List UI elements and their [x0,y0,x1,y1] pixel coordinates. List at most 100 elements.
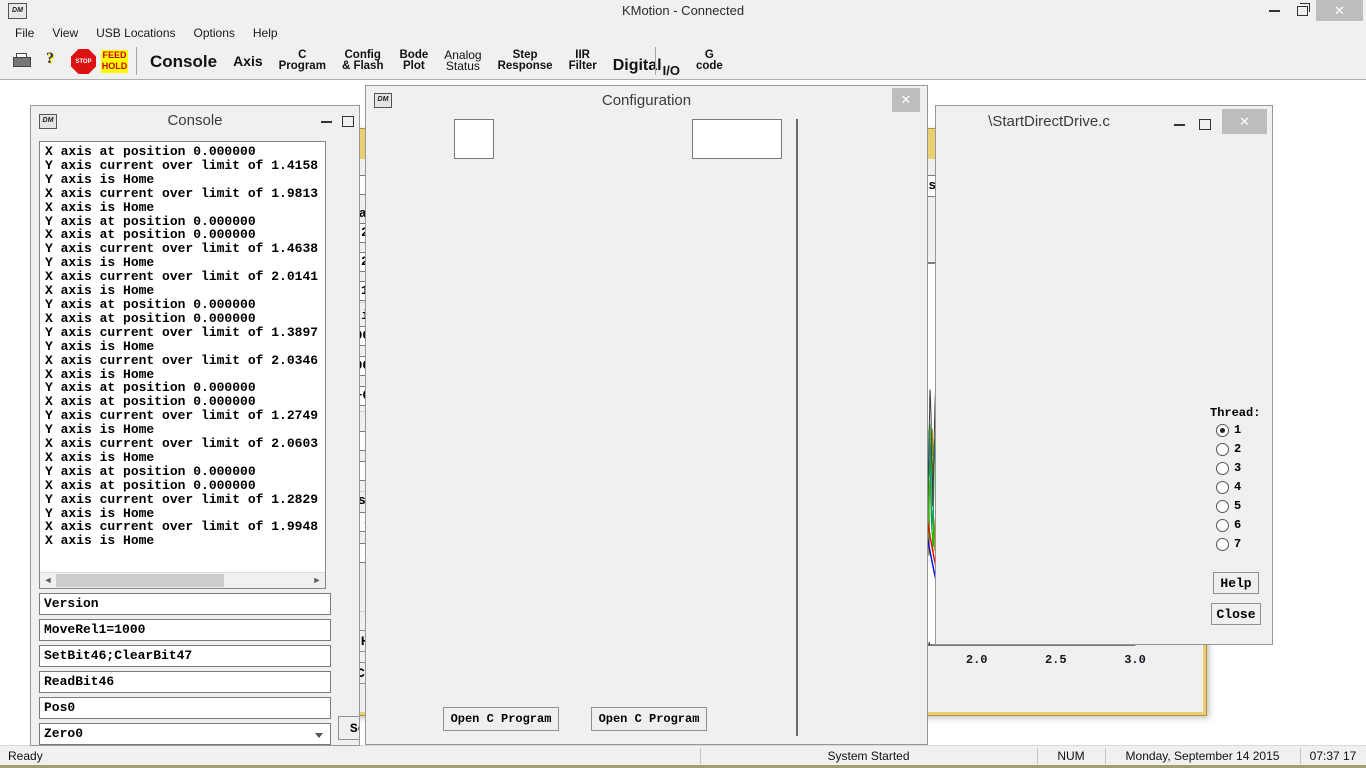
console-command-input[interactable]: Version [39,593,331,615]
console-maximize-button[interactable] [339,111,357,132]
log-line: Y axis at position 0.000000 [45,381,325,395]
log-line: X axis at position 0.000000 [45,228,325,242]
log-line: X axis current over limit of 2.0346 [45,354,325,368]
toolbar-button[interactable]: Console [142,44,225,78]
configuration-close-button[interactable]: ✕ [892,88,920,112]
toolbar-separator [136,47,137,75]
log-line: Y axis is Home [45,423,325,437]
toolbar-button[interactable]: Digital I/O [605,44,688,78]
toolbar-button[interactable]: Analog Status [436,44,489,78]
thread-label: Thread: [1210,406,1260,420]
console-minimize-button[interactable] [317,111,335,132]
chevron-down-icon[interactable] [315,733,323,738]
toolbar-button[interactable]: Config & Flash [334,44,392,78]
open-c-program-button[interactable]: Open C Program [591,707,707,731]
svg-text:2.5: 2.5 [1045,653,1067,667]
log-line: Y axis is Home [45,173,325,187]
thread-radio[interactable]: 2 [1216,442,1241,456]
editor-maximize-button[interactable] [1196,114,1214,135]
console-command-input[interactable]: Zero0 [39,723,331,745]
radio-icon [1216,424,1229,437]
log-line: X axis is Home [45,368,325,382]
console-log[interactable]: X axis at position 0.000000Y axis curren… [39,141,326,589]
toolbar-button[interactable]: C Program [271,44,334,78]
status-bar: Ready System Started NUM Monday, Septemb… [0,745,1366,766]
radio-icon [1216,519,1229,532]
toolbar-button[interactable]: IIR Filter [561,44,605,78]
stop-icon[interactable]: STOP [71,49,96,74]
menu-item[interactable]: View [43,22,87,44]
log-line: X axis at position 0.000000 [45,312,325,326]
radio-icon [1216,538,1229,551]
radio-icon [1216,462,1229,475]
menubar: FileViewUSB LocationsOptionsHelp [0,22,1366,44]
help-icon[interactable]: ? [46,50,54,68]
toolbar-button[interactable]: Axis [225,44,271,78]
console-command-input[interactable]: Pos0 [39,697,331,719]
main-window-title: KMotion - Connected [0,3,1366,18]
configuration-window-title: Configuration [366,92,927,109]
print-icon[interactable] [13,53,31,66]
thread-radio[interactable]: 4 [1216,480,1241,494]
toolbar-button[interactable]: G code [688,44,731,78]
scroll-thumb[interactable] [56,574,224,587]
thread-radio[interactable]: 6 [1216,518,1241,532]
minimize-icon [1269,10,1280,12]
toolbar-button[interactable]: Bode Plot [391,44,436,78]
send-button[interactable]: Send [338,716,360,740]
log-line: X axis current over limit of 1.9948 [45,520,325,534]
radio-icon [1216,481,1229,494]
thread-radio[interactable]: 5 [1216,499,1241,513]
scroll-right-icon[interactable]: ► [309,573,325,588]
configuration-field[interactable] [454,119,494,159]
log-line: X axis is Home [45,534,325,548]
log-line: X axis current over limit of 2.0141 [45,270,325,284]
menu-item[interactable]: USB Locations [87,22,184,44]
log-line: X axis current over limit of 1.9813 [45,187,325,201]
log-line: Y axis current over limit of 1.2749 [45,409,325,423]
log-line: Y axis is Home [45,340,325,354]
radio-icon [1216,443,1229,456]
thread-radio[interactable]: 1 [1216,423,1241,437]
menu-item[interactable]: Help [244,22,287,44]
configuration-divider [796,119,798,736]
toolbar: ? STOP FEEDHOLD Console Axis C Program C… [0,44,1366,80]
close-button[interactable]: ✕ [1316,0,1363,21]
thread-radio[interactable]: 7 [1216,537,1241,551]
menu-item[interactable]: File [6,22,43,44]
log-line: X axis at position 0.000000 [45,479,325,493]
log-line: Y axis current over limit of 1.4638 [45,242,325,256]
restore-button[interactable] [1290,0,1314,21]
console-command-input[interactable]: SetBit46;ClearBit47 [39,645,331,667]
console-window-title: Console [31,112,359,129]
thread-radio-group: 1 2 3 4 5 6 7 [1216,423,1241,556]
feed-hold-icon[interactable]: FEEDHOLD [101,50,128,73]
main-titlebar: DM KMotion - Connected ✕ [0,0,1366,23]
status-date: Monday, September 14 2015 [1105,749,1300,763]
scroll-left-icon[interactable]: ◄ [40,573,56,588]
log-line: X axis is Home [45,451,325,465]
log-line: Y axis is Home [45,507,325,521]
status-ready: Ready [8,749,43,763]
restore-icon [1297,6,1308,16]
editor-minimize-button[interactable] [1170,114,1188,135]
toolbar-button[interactable]: Step Response [490,44,561,78]
configuration-field[interactable] [692,119,782,159]
open-c-program-button[interactable]: Open C Program [443,707,559,731]
minimize-button[interactable] [1262,0,1286,21]
svg-text:3.0: 3.0 [1124,653,1146,667]
svg-text:2.0: 2.0 [966,653,988,667]
menu-item[interactable]: Options [185,22,244,44]
console-command-input[interactable]: MoveRel1=1000 [39,619,331,641]
log-line: X axis is Home [45,284,325,298]
log-line: X axis current over limit of 2.0603 [45,437,325,451]
thread-radio[interactable]: 3 [1216,461,1241,475]
console-hscrollbar[interactable]: ◄ ► [40,572,325,588]
editor-close-button[interactable]: ✕ [1222,109,1267,134]
log-line: Y axis at position 0.000000 [45,298,325,312]
log-line: Y axis current over limit of 1.4158 [45,159,325,173]
editor-close-button-2[interactable]: Close [1211,603,1261,625]
console-command-input[interactable]: ReadBit46 [39,671,331,693]
editor-help-button[interactable]: Help [1213,572,1259,594]
configuration-window: DM Configuration ✕ Open C Program Open C… [365,85,928,745]
